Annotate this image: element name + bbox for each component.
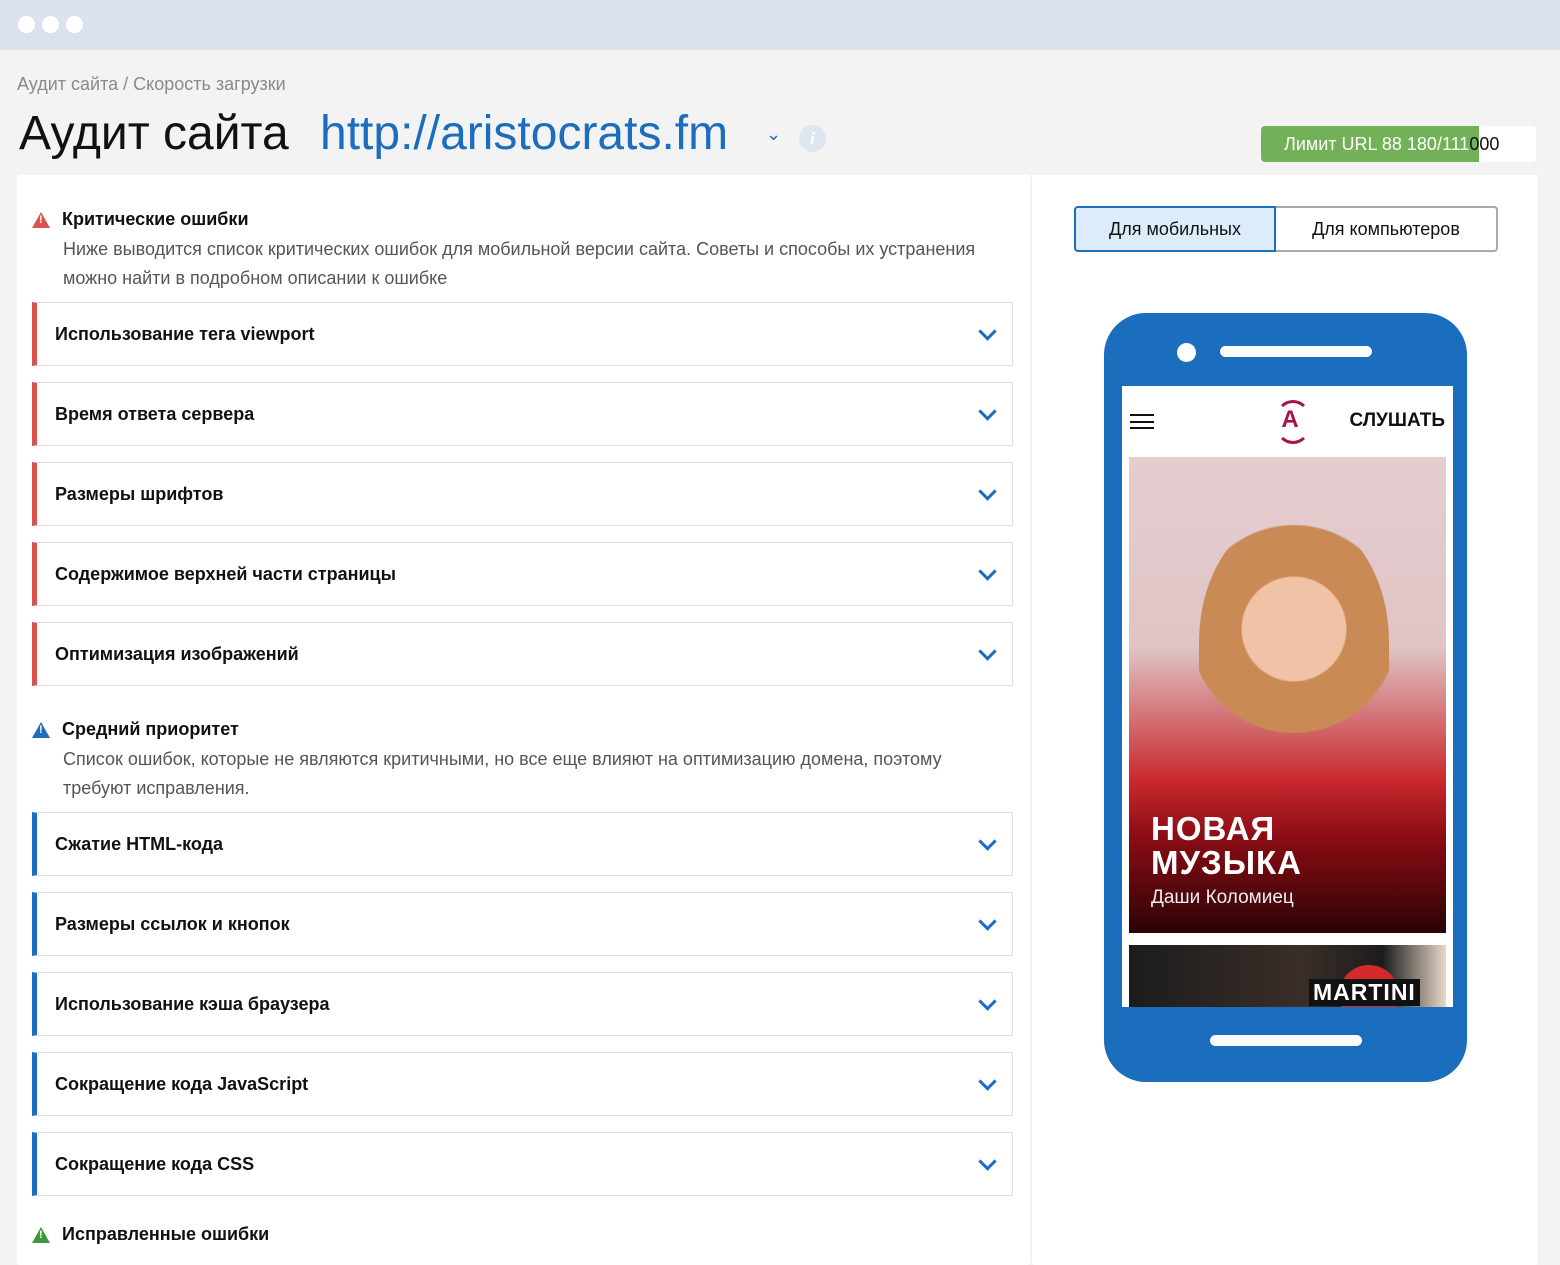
medium-description: Список ошибок, которые не являются крити… <box>63 749 942 798</box>
fixed-heading-text: Исправленные ошибки <box>62 1224 270 1244</box>
chevron-down-icon[interactable] <box>978 912 997 931</box>
window-dot-icon[interactable] <box>18 16 35 33</box>
error-item-label: Сокращение кода CSS <box>55 1153 255 1174</box>
fixed-section-heading: Исправленные ошибки <box>32 1224 269 1245</box>
chevron-down-icon[interactable] <box>978 992 997 1011</box>
url-limit-label-rest: 000 <box>1469 134 1500 154</box>
tab-mobile[interactable]: Для мобильных <box>1074 206 1276 252</box>
window-titlebar <box>0 0 1560 50</box>
breadcrumb[interactable]: Аудит сайта / Скорость загрузки <box>17 74 286 95</box>
chevron-down-icon[interactable] <box>978 322 997 341</box>
warning-icon <box>32 211 50 228</box>
chevron-down-icon[interactable] <box>978 562 997 581</box>
error-accordion-item[interactable]: Размеры шрифтов <box>32 462 1013 526</box>
speaker-icon <box>1220 346 1372 357</box>
window-dot-icon[interactable] <box>66 16 83 33</box>
listen-link: СЛУШАТЬ <box>1349 410 1445 431</box>
critical-description: Ниже выводится список критических ошибок… <box>63 239 976 288</box>
chevron-down-icon[interactable] <box>978 1072 997 1091</box>
error-accordion-item[interactable]: Сжатие HTML-кода <box>32 812 1013 876</box>
chevron-down-icon[interactable] <box>978 832 997 851</box>
menu-icon <box>1130 414 1154 429</box>
device-toggle: Для мобильных Для компьютеров <box>1074 206 1498 252</box>
warning-icon <box>32 1226 50 1243</box>
hero-image: НОВАЯ МУЗЫКА Даши Коломиец <box>1129 457 1446 933</box>
error-item-label: Сокращение кода JavaScript <box>55 1073 309 1094</box>
info-icon[interactable]: i <box>799 125 826 152</box>
banner-image: MARTINI <box>1129 945 1446 1007</box>
error-accordion-item[interactable]: Использование тега viewport <box>32 302 1013 366</box>
error-accordion-item[interactable]: Время ответа сервера <box>32 382 1013 446</box>
banner-brand: MARTINI <box>1309 979 1420 1006</box>
site-logo: A <box>1272 400 1310 444</box>
critical-heading-text: Критические ошибки <box>62 209 249 229</box>
page-title: Аудит сайта <box>19 107 289 160</box>
tab-desktop[interactable]: Для компьютеров <box>1276 206 1498 252</box>
camera-icon <box>1177 343 1196 362</box>
error-accordion-item[interactable]: Использование кэша браузера <box>32 972 1013 1036</box>
hero-subtitle: Даши Коломиец <box>1151 887 1294 908</box>
chevron-down-icon[interactable] <box>978 482 997 501</box>
error-item-label: Оптимизация изображений <box>55 643 299 664</box>
chevron-down-icon[interactable] <box>978 1152 997 1171</box>
portrait-image <box>1199 512 1389 772</box>
phone-screen: A СЛУШАТЬ НОВАЯ МУЗЫКА Даши Коломиец MART… <box>1122 386 1453 1007</box>
site-url-selector[interactable]: http://aristocrats.fm <box>320 106 728 161</box>
phone-preview: A СЛУШАТЬ НОВАЯ МУЗЫКА Даши Коломиец MART… <box>1104 313 1467 1082</box>
url-limit-bar: Лимит URL 88 180/111000 <box>1261 126 1536 162</box>
hero-title: НОВАЯ МУЗЫКА <box>1151 810 1302 881</box>
error-item-label: Содержимое верхней части страницы <box>55 563 396 584</box>
error-accordion-item[interactable]: Размеры ссылок и кнопок <box>32 892 1013 956</box>
error-accordion-item[interactable]: Содержимое верхней части страницы <box>32 542 1013 606</box>
error-accordion-item[interactable]: Оптимизация изображений <box>32 622 1013 686</box>
home-bar-icon <box>1210 1035 1362 1046</box>
error-item-label: Время ответа сервера <box>55 403 255 424</box>
error-item-label: Использование кэша браузера <box>55 993 330 1014</box>
chevron-down-icon[interactable] <box>978 402 997 421</box>
medium-heading-text: Средний приоритет <box>62 719 239 739</box>
error-accordion-item[interactable]: Сокращение кода JavaScript <box>32 1052 1013 1116</box>
critical-section-heading: Критические ошибки <box>32 209 249 230</box>
chevron-down-icon[interactable] <box>978 642 997 661</box>
error-item-label: Размеры шрифтов <box>55 483 224 504</box>
error-item-label: Сжатие HTML-кода <box>55 833 224 854</box>
medium-section-heading: Средний приоритет <box>32 719 239 740</box>
error-item-label: Использование тега viewport <box>55 323 315 344</box>
url-limit-label: Лимит URL 88 180/111 <box>1284 134 1470 154</box>
chevron-down-icon[interactable]: ⌄ <box>766 124 781 145</box>
error-accordion-item[interactable]: Сокращение кода CSS <box>32 1132 1013 1196</box>
window-dot-icon[interactable] <box>42 16 59 33</box>
warning-icon <box>32 721 50 738</box>
error-item-label: Размеры ссылок и кнопок <box>55 913 290 934</box>
